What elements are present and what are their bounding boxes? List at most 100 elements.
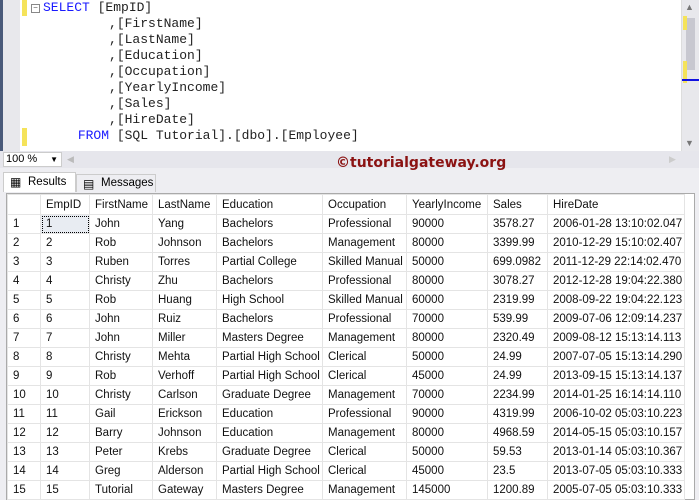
table-cell[interactable]: Masters Degree (216, 480, 323, 500)
table-cell[interactable]: 2013-01-14 05:03:10.367 (547, 442, 685, 462)
table-row[interactable]: 9 9 Rob Verhoff Partial High School Clerical 4… (7, 366, 685, 386)
table-cell[interactable]: 2010-12-29 15:10:02.407 (547, 233, 685, 253)
table-cell[interactable]: Ruben (89, 252, 153, 272)
table-cell[interactable]: Carlson (152, 385, 217, 405)
table-cell[interactable]: Krebs (152, 442, 217, 462)
code-line[interactable]: ,[LastName] (31, 32, 359, 48)
table-cell[interactable]: 2008-09-22 19:04:22.123 (547, 290, 685, 310)
table-cell[interactable]: 45000 (406, 366, 488, 386)
table-cell[interactable]: 2012-12-28 19:04:22.380 (547, 271, 685, 291)
table-cell[interactable]: 2319.99 (487, 290, 548, 310)
table-cell[interactable]: 80000 (406, 328, 488, 348)
results-grid[interactable]: EmpID FirstName LastName Education Occupatio… (6, 193, 695, 500)
table-cell[interactable]: 3078.27 (487, 271, 548, 291)
row-number[interactable]: 12 (7, 423, 41, 443)
code-line[interactable]: − SELECT [EmpID] (31, 0, 359, 16)
table-row[interactable]: 5 5 Rob Huang High School Skilled Manual 60000… (7, 290, 685, 310)
table-cell[interactable]: Ruiz (152, 309, 217, 329)
code-line[interactable]: ,[HireDate] (31, 112, 359, 128)
table-cell[interactable]: 90000 (406, 214, 488, 234)
table-cell[interactable]: 11 (40, 404, 90, 424)
table-cell[interactable]: Education (216, 404, 323, 424)
table-cell[interactable]: High School (216, 290, 323, 310)
row-number-header[interactable] (7, 194, 41, 215)
column-header[interactable]: FirstName (89, 194, 153, 215)
table-cell[interactable]: Professional (322, 214, 407, 234)
table-row[interactable]: 8 8 Christy Mehta Partial High School Clerica… (7, 347, 685, 367)
row-number[interactable]: 9 (7, 366, 41, 386)
table-row[interactable]: 10 10 Christy Carlson Graduate Degree Managem… (7, 385, 685, 405)
table-cell[interactable]: 15 (40, 480, 90, 500)
table-cell[interactable]: 8 (40, 347, 90, 367)
table-cell[interactable]: 2005-07-05 05:03:10.333 (547, 480, 685, 500)
table-cell[interactable]: 2009-08-12 15:13:14.113 (547, 328, 685, 348)
table-cell[interactable]: 2014-05-15 05:03:10.157 (547, 423, 685, 443)
zoom-select[interactable]: 100 % ▼ (3, 152, 62, 167)
table-cell[interactable]: 12 (40, 423, 90, 443)
tab-messages[interactable]: ▤ Messages (76, 174, 156, 192)
table-cell[interactable]: Mehta (152, 347, 217, 367)
table-cell[interactable]: 45000 (406, 461, 488, 481)
table-row[interactable]: 11 11 Gail Erickson Education Professional 900… (7, 404, 685, 424)
row-number[interactable]: 7 (7, 328, 41, 348)
scroll-right-icon[interactable]: ▶ (669, 154, 676, 165)
column-header[interactable]: LastName (152, 194, 217, 215)
table-cell[interactable]: 80000 (406, 233, 488, 253)
code-line[interactable]: ,[Sales] (31, 96, 359, 112)
table-cell[interactable]: 2014-01-25 16:14:14.110 (547, 385, 685, 405)
table-cell[interactable]: 539.99 (487, 309, 548, 329)
table-cell[interactable]: 59.53 (487, 442, 548, 462)
table-cell[interactable]: 24.99 (487, 366, 548, 386)
table-cell[interactable]: 14 (40, 461, 90, 481)
column-header[interactable]: Education (216, 194, 323, 215)
table-cell[interactable]: 2 (40, 233, 90, 253)
table-cell[interactable]: Partial High School (216, 347, 323, 367)
scroll-up-icon[interactable]: ▲ (685, 2, 694, 12)
row-number[interactable]: 13 (7, 442, 41, 462)
table-cell[interactable]: Bachelors (216, 233, 323, 253)
column-header[interactable]: Occupation (322, 194, 407, 215)
table-cell[interactable]: Management (322, 328, 407, 348)
row-number[interactable]: 1 (7, 214, 41, 234)
table-row[interactable]: 15 15 Tutorial Gateway Masters Degree Managem… (7, 480, 685, 500)
table-cell[interactable]: Johnson (152, 423, 217, 443)
table-cell[interactable]: Peter (89, 442, 153, 462)
table-cell[interactable]: 4319.99 (487, 404, 548, 424)
row-number[interactable]: 8 (7, 347, 41, 367)
table-cell[interactable]: Christy (89, 385, 153, 405)
table-cell[interactable]: 3578.27 (487, 214, 548, 234)
table-row[interactable]: 6 6 John Ruiz Bachelors Professional 70000 539.… (7, 309, 685, 329)
table-cell[interactable]: Education (216, 423, 323, 443)
table-cell[interactable]: 60000 (406, 290, 488, 310)
table-cell[interactable]: 70000 (406, 385, 488, 405)
table-cell[interactable]: Management (322, 233, 407, 253)
table-cell[interactable]: John (89, 214, 153, 234)
table-cell[interactable]: 50000 (406, 252, 488, 272)
table-cell[interactable]: 50000 (406, 347, 488, 367)
code-line[interactable]: ,[YearlyIncome] (31, 80, 359, 96)
scroll-down-icon[interactable]: ▼ (685, 138, 694, 148)
table-cell[interactable]: Management (322, 385, 407, 405)
table-cell[interactable]: 13 (40, 442, 90, 462)
table-cell[interactable]: 3 (40, 252, 90, 272)
row-number[interactable]: 6 (7, 309, 41, 329)
table-cell[interactable]: Professional (322, 271, 407, 291)
table-cell[interactable]: 6 (40, 309, 90, 329)
table-cell[interactable]: 24.99 (487, 347, 548, 367)
table-row[interactable]: 7 7 John Miller Masters Degree Management 8000… (7, 328, 685, 348)
row-number[interactable]: 10 (7, 385, 41, 405)
table-cell[interactable]: 2006-10-02 05:03:10.223 (547, 404, 685, 424)
table-cell[interactable]: Barry (89, 423, 153, 443)
table-cell[interactable]: John (89, 328, 153, 348)
table-cell[interactable]: Greg (89, 461, 153, 481)
table-cell[interactable]: Yang (152, 214, 217, 234)
scroll-thumb[interactable] (686, 18, 695, 70)
row-number[interactable]: 3 (7, 252, 41, 272)
row-number[interactable]: 2 (7, 233, 41, 253)
scroll-left-icon[interactable]: ◀ (67, 154, 74, 165)
table-row[interactable]: 1 1 John Yang Bachelors Professional 90000 3578… (7, 214, 685, 234)
table-cell[interactable]: 10 (40, 385, 90, 405)
table-cell[interactable]: Alderson (152, 461, 217, 481)
table-cell[interactable]: Huang (152, 290, 217, 310)
table-cell[interactable]: Erickson (152, 404, 217, 424)
